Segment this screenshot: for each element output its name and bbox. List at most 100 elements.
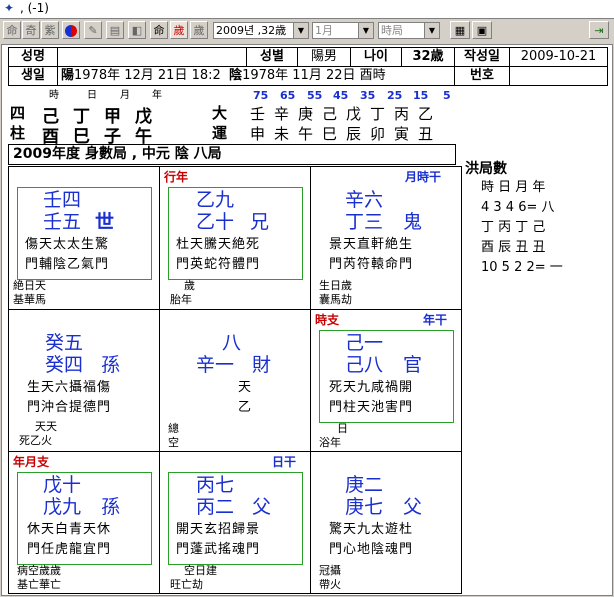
daeun-stems: 壬辛庚己戊丁丙乙 [250,105,443,123]
palace-middle-left[interactable]: 癸五 癸四 孫 生天六攝福傷 門沖合提德門 天天 死乙火 [8,309,160,452]
daeun-age-65: 65 [280,89,296,102]
window-title: , (-1) [20,1,49,15]
pillar-label-year: 年 [152,90,162,101]
palace-relation: 官 [403,354,423,376]
date-value: 2009-10-21 [509,47,608,67]
palace-row-2: 門柱天池害門 [329,400,414,415]
name-field[interactable] [57,47,247,67]
palace-middle-right[interactable]: 時支 年干 己一 己八 官 死天九咸禍開 門柱天池害門 日 浴年 [310,309,462,452]
number-field[interactable] [509,66,608,86]
palace-top-left[interactable]: 壬四 壬五 世 傷天太太生驚 門輔陰乙氣門 絶日天 基華馬 [8,166,160,310]
palace-relation: 父 [252,496,272,518]
palace-bottom-1: 總 [168,422,179,435]
sex-value: 陽男 [297,47,351,67]
pillar-label-month: 月 [120,90,130,101]
palace-mid-1: 天 [238,380,253,395]
print-icon: ▤ [109,24,121,37]
qi-button[interactable]: 奇 [22,21,40,39]
sex-label: 성별 [246,47,298,67]
palace-bottom-1: 病空歲歲 [17,564,61,577]
palace-bottom-2: 囊馬劫 [319,293,352,306]
palace-tag-2: 年干 [423,313,448,327]
calendar-icon: ▣ [476,24,488,37]
palace-tag: 日干 [272,455,297,469]
palace-earth-stem: 乙十 [196,211,235,233]
date-label: 작성일 [454,47,510,67]
palace-row-1: 景天直軒絶生 [329,237,414,252]
palace-row-2: 門蓬武搖魂門 [176,542,261,557]
palace-heaven-stem: 癸五 [45,332,84,354]
name-label: 성명 [8,47,58,67]
pillar-label-day: 日 [87,90,97,101]
palace-earth-stem: 丁三 [345,211,384,233]
palace-relation: 孫 [101,496,121,518]
app-icon: ✦ [4,1,15,15]
hour-select-value: 時局 [381,24,403,37]
title-bar: ✦ , (-1) [0,0,614,19]
palace-heaven-stem: 辛六 [345,189,384,211]
year-select[interactable]: 2009년 ,32歳 ▼ [213,22,309,39]
sui-active-button[interactable]: 歲 [170,21,188,39]
pillar-label-hour: 時 [49,90,59,101]
month-select[interactable]: 1月 ▼ [312,22,374,39]
palace-relation: 財 [252,354,272,376]
chart-area: 성명 성별 陽男 나이 32歳 작성일 2009-10-21 생일 陽1978年… [1,44,613,596]
palace-mid-2: 乙 [238,400,253,415]
taiji-button[interactable] [62,21,80,39]
daeun-top: 大 [212,104,230,122]
daeun-branches: 申未午巳辰卯寅丑 [250,125,443,143]
calendar-button[interactable]: ▣ [472,21,492,39]
print-button[interactable]: ▤ [106,21,124,39]
chevron-down-icon: ▼ [293,23,308,38]
palace-bottom-left[interactable]: 年月支 戊十 戊九 孫 休天白青天休 門任虎龍宜門 病空歲歲 基亡華亡 [8,451,160,594]
palace-bottom-1: 日 [337,422,348,435]
palace-row-1: 驚天九太遊杜 [329,522,414,537]
hongguk-row-4: 酉 辰 丑 丑 [481,240,546,255]
palace-relation: 父 [403,496,423,518]
age-label: 나이 [350,47,402,67]
pen-button[interactable]: ✎ [84,21,102,39]
palace-heaven-stem: 八 [222,332,242,354]
solar-date: 1978年 12月 21日 18:2 [74,68,221,83]
palace-center[interactable]: 八 辛一 財 天 乙 總 空 [159,309,311,452]
hongguk-title: 洪局數 [465,161,507,177]
zi-button[interactable]: 紫 [41,21,59,39]
palace-row-2: 門沖合提德門 [27,400,112,415]
hongguk-row-3: 丁 丙 丁 己 [481,220,546,235]
age-value: 32歳 [401,47,455,67]
palace-bottom-1: 死乙火 [19,434,52,447]
palace-row-2: 門輔陰乙氣門 [25,257,110,272]
ming-active-button[interactable]: 命 [150,21,168,39]
palace-bottom-1: 冠攝 [319,564,341,577]
chevron-down-icon: ▼ [358,23,373,38]
number-label: 번호 [454,66,510,86]
palace-top-right[interactable]: 月時干 辛六 丁三 鬼 景天直軒絶生 門芮符轅命門 生日歲 囊馬劫 [310,166,462,310]
palace-bottom-2: 空 [168,436,179,449]
palace-heaven-stem: 己一 [345,332,384,354]
daeun-age-55: 55 [307,89,323,102]
palace-heaven-stem: 庚二 [345,474,384,496]
hongguk-row-1: 時 日 月 年 [481,180,546,195]
hour-select[interactable]: 時局 ▼ [378,22,440,39]
exit-button[interactable]: ⇥ [589,21,609,39]
toolbar: 命 奇 紫 ✎ ▤ ◧ 命 歲 歲 2009년 ,32歳 ▼ 1月 ▼ 時局 ▼… [0,19,614,43]
palace-bottom-middle[interactable]: 日干 丙七 丙二 父 開天玄招歸景 門蓬武搖魂門 空日建 旺亡劫 [159,451,311,594]
palace-row-1: 生天六攝福傷 [27,380,112,395]
palace-earth-stem: 癸四 [45,354,84,376]
palace-row-2: 門任虎龍宜門 [27,542,112,557]
palace-relation: 鬼 [403,211,423,233]
sui-button[interactable]: 歲 [190,21,208,39]
daeun-age-25: 25 [387,89,403,102]
palace-bottom-2: 胎年 [170,293,192,306]
view-button[interactable]: ◧ [128,21,146,39]
palace-bottom-1: 絶日天 [13,279,46,292]
palace-row-2: 門英蛇符體門 [176,257,261,272]
palace-bottom-right[interactable]: 庚二 庚七 父 驚天九太遊杜 門心地陰魂門 冠攝 帶火 [310,451,462,594]
daeun-age-35: 35 [360,89,376,102]
palace-bottom-1: 空日建 [184,564,217,577]
palace-earth-stem: 己八 [345,354,384,376]
grid-button[interactable]: ▦ [450,21,470,39]
palace-top-middle[interactable]: 行年 乙九 乙十 兄 杜天騰天絶死 門英蛇符體門 歲 胎年 [159,166,311,310]
ming-button[interactable]: 命 [3,21,21,39]
palace-earth-stem: 戊九 [43,496,82,518]
